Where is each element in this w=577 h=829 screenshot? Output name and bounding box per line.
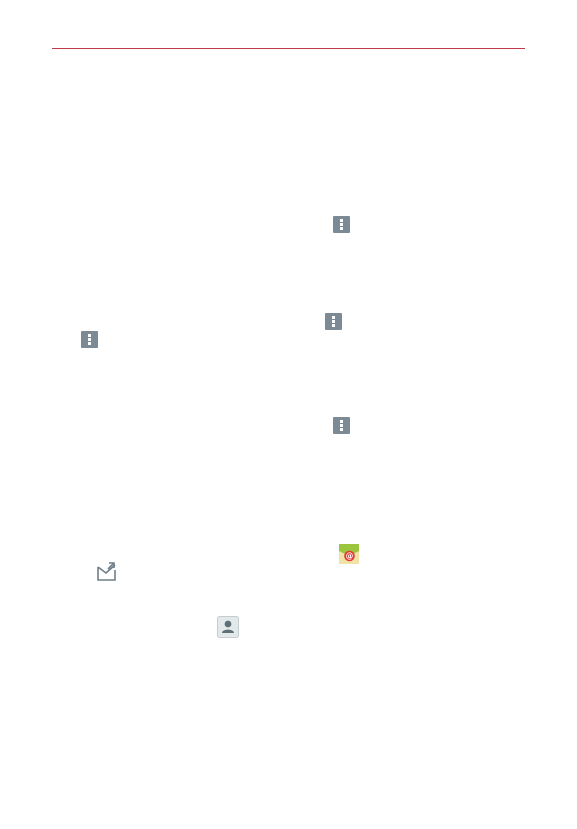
menu-icon (81, 331, 98, 348)
contacts-icon (217, 616, 239, 638)
header-rule (52, 48, 525, 49)
compose-icon (96, 561, 117, 582)
menu-icon (333, 216, 350, 233)
svg-text:@: @ (346, 552, 354, 561)
menu-icon (325, 313, 342, 330)
email-app-icon: @ (339, 544, 359, 564)
menu-icon (333, 417, 350, 434)
